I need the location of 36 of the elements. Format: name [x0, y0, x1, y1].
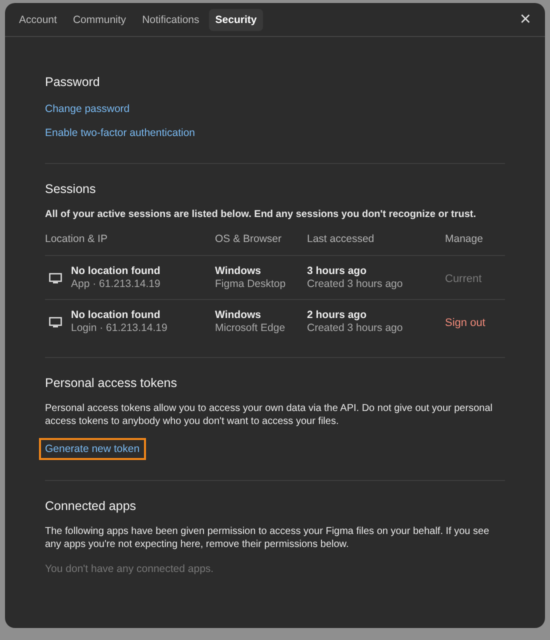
- browser-name: Microsoft Edge: [215, 322, 286, 335]
- section-heading: Personal access tokens: [45, 376, 178, 390]
- column-header: Location & IP: [45, 233, 108, 245]
- os-name: Windows: [215, 309, 262, 322]
- session-status: Current: [445, 273, 482, 285]
- tab[interactable]: Notifications: [136, 8, 206, 30]
- text-link[interactable]: Change password: [45, 101, 130, 117]
- created-time: Created 3 hours ago: [307, 278, 404, 291]
- description-text: All of your active sessions are listed below. End any sessions you don't recognize or trust.: [45, 208, 478, 221]
- empty-message: You don't have any connected apps.: [45, 562, 215, 575]
- column-header: Manage: [445, 233, 484, 245]
- monitor-icon: [49, 316, 62, 328]
- browser-name: Figma Desktop: [215, 278, 287, 291]
- tab[interactable]: Account: [13, 8, 63, 30]
- tab[interactable]: Community: [66, 8, 132, 30]
- section-heading: Password: [45, 75, 101, 89]
- section-heading: Sessions: [45, 182, 97, 196]
- tab[interactable]: Security: [209, 8, 263, 30]
- location-text: No location found: [71, 265, 162, 278]
- description-text: The following apps have been given permission to access your Figma files on your behalf. If you see any apps you're not expecting here, remove their permissions below.: [45, 525, 490, 551]
- monitor-icon: [49, 272, 62, 284]
- text-link[interactable]: Generate new token: [41, 440, 144, 458]
- text-link[interactable]: Enable two-factor authentication: [45, 125, 196, 141]
- location-text: No location found: [71, 309, 162, 322]
- ip-address: Login · 61.213.14.19: [71, 322, 168, 335]
- os-name: Windows: [215, 265, 262, 278]
- created-time: Created 3 hours ago: [307, 322, 404, 335]
- sign-out-link[interactable]: Sign out: [445, 317, 486, 329]
- description-text: Personal access tokens allow you to access your own data via the API. Do not give out your personal access tokens to anybody who you don't want to access your files.: [45, 402, 494, 428]
- column-header: Last accessed: [307, 233, 376, 245]
- last-accessed: 3 hours ago: [307, 265, 368, 278]
- close-button[interactable]: ×: [514, 10, 537, 30]
- last-accessed: 2 hours ago: [307, 309, 368, 322]
- section-heading: Connected apps: [45, 499, 138, 513]
- ip-address: App · 61.213.14.19: [71, 278, 162, 291]
- column-header: OS & Browser: [215, 233, 283, 245]
